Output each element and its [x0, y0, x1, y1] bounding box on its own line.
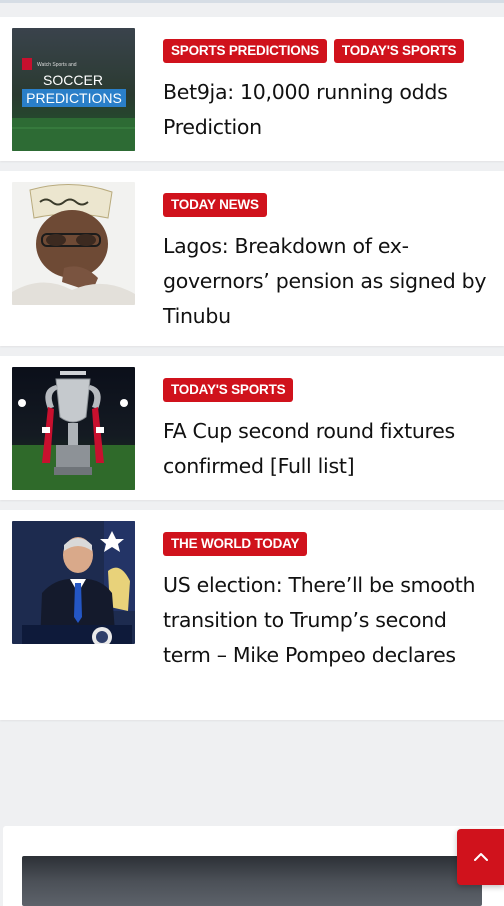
article-thumbnail[interactable] [12, 367, 135, 490]
category-badge[interactable]: TODAY'S SPORTS [333, 39, 465, 63]
article-title[interactable]: FA Cup second round fixtures confirmed [… [163, 414, 493, 484]
category-badge[interactable]: TODAY'S SPORTS [163, 378, 294, 402]
scroll-to-top-button[interactable] [457, 829, 504, 885]
article-title[interactable]: US election: There’ll be smooth transiti… [163, 568, 493, 673]
next-article-image[interactable] [22, 856, 482, 906]
category-list: TODAY NEWS [163, 193, 267, 217]
category-badge[interactable]: TODAY NEWS [163, 193, 267, 217]
thumb-small-text: Watch Sports and [37, 62, 77, 68]
category-list: THE WORLD TODAY [163, 532, 308, 556]
article-card[interactable]: THE WORLD TODAY US election: There’ll be… [0, 510, 504, 720]
category-badge[interactable]: THE WORLD TODAY [163, 532, 308, 556]
article-thumbnail[interactable]: Watch Sports and SOCCER PREDICTIONS [12, 28, 135, 151]
category-list: SPORTS PREDICTIONS TODAY'S SPORTS [163, 39, 465, 63]
article-thumbnail[interactable] [12, 182, 135, 305]
chevron-up-icon [473, 853, 488, 861]
article-card[interactable]: Watch Sports and SOCCER PREDICTIONS SPOR… [0, 17, 504, 161]
article-title[interactable]: Bet9ja: 10,000 running odds Prediction [163, 75, 493, 145]
article-thumbnail[interactable] [12, 521, 135, 644]
article-title[interactable]: Lagos: Breakdown of ex-governors’ pensio… [163, 229, 493, 334]
article-card[interactable]: TODAY NEWS Lagos: Breakdown of ex-govern… [0, 171, 504, 346]
top-divider [0, 0, 504, 3]
thumb-soccer-text: SOCCER [43, 72, 103, 88]
thumb-predictions-text: PREDICTIONS [26, 90, 122, 106]
category-badge[interactable]: SPORTS PREDICTIONS [163, 39, 327, 63]
category-list: TODAY'S SPORTS [163, 378, 294, 402]
article-card[interactable]: TODAY'S SPORTS FA Cup second round fixtu… [0, 356, 504, 500]
